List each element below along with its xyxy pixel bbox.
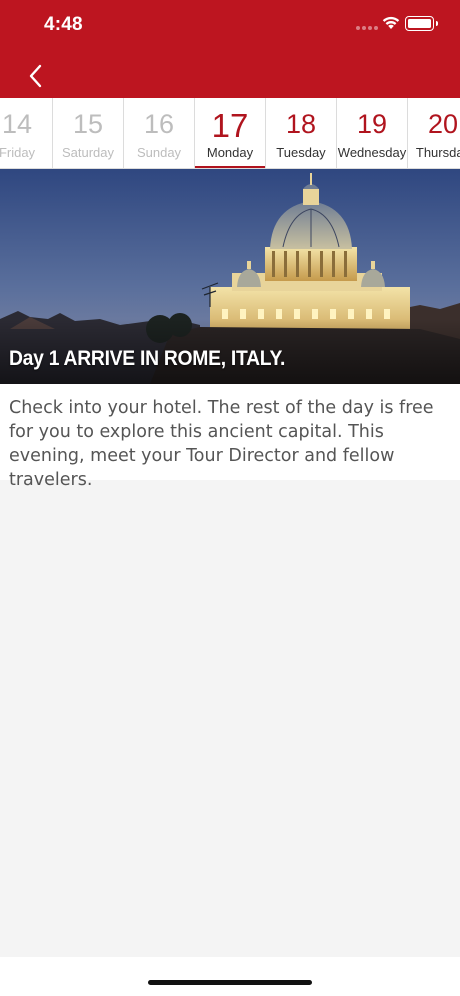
day-number: 19 [356, 109, 388, 139]
wifi-icon [382, 16, 400, 29]
cellular-signal-icon [356, 26, 378, 30]
day-number: 17 [211, 107, 249, 144]
bottom-safe-area [0, 957, 460, 996]
day-selector: 14 Friday 15 Saturday 16 Sunday 17 Monda… [0, 98, 460, 169]
back-button[interactable] [24, 62, 48, 90]
day-number: 18 [285, 109, 317, 139]
day-tab-20[interactable]: 20 Thursday [408, 98, 460, 168]
status-time: 4:48 [44, 14, 83, 35]
itinerary-description-card: Check into your hotel. The rest of the d… [0, 384, 460, 490]
home-indicator[interactable] [148, 980, 312, 985]
day-title: Day 1 ARRIVE IN ROME, ITALY. [9, 347, 286, 370]
top-bar: 4:48 [0, 0, 460, 98]
day-number: 16 [143, 109, 175, 139]
battery-icon [405, 16, 438, 31]
day-number: 14 [1, 109, 33, 139]
day-name: Thursday [415, 145, 460, 160]
day-number: 15 [72, 109, 104, 139]
itinerary-description: Check into your hotel. The rest of the d… [9, 398, 434, 490]
day-number: 20 [427, 109, 459, 139]
